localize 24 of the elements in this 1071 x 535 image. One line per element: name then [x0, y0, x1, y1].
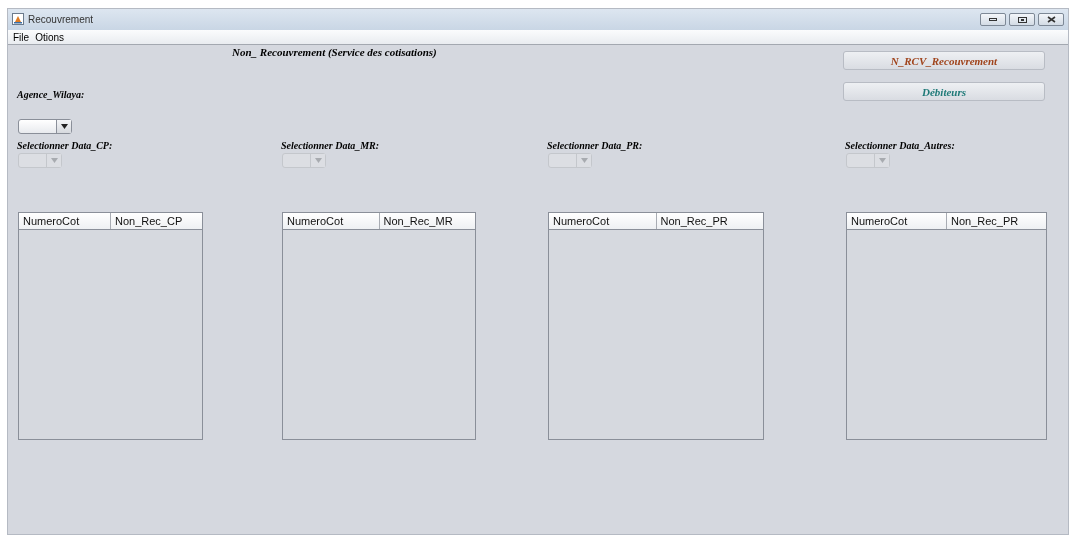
- app-icon: [12, 12, 24, 25]
- minimize-icon: [989, 17, 997, 22]
- caret-icon: [60, 124, 68, 129]
- window-title: Recouvrement: [28, 14, 95, 25]
- maximize-icon: [1017, 16, 1027, 23]
- field-label: Selectionner Data_PR:: [547, 140, 644, 151]
- dropdown[interactable]: [18, 119, 72, 134]
- maximize-button[interactable]: [1009, 13, 1035, 26]
- close-icon: [1046, 16, 1056, 23]
- field-label: Selectionner Data_Autres:: [845, 140, 956, 151]
- action-button[interactable]: N_RCV_Recouvrement: [843, 51, 1045, 70]
- caret-icon: [878, 158, 886, 163]
- field-label: Selectionner Data_CP:: [17, 140, 114, 151]
- caret-icon: [580, 158, 588, 163]
- field-label: Agence_Wilaya:: [17, 89, 86, 100]
- action-button[interactable]: Débiteurs: [843, 82, 1045, 101]
- menu-item[interactable]: Otions: [35, 31, 65, 43]
- caret-icon: [50, 158, 58, 163]
- page-heading: Non_ Recouvrement (Service des cotisations): [232, 46, 437, 58]
- field-label: Selectionner Data_MR:: [281, 140, 381, 151]
- close-button[interactable]: [1038, 13, 1064, 26]
- minimize-button[interactable]: [980, 13, 1006, 26]
- menu-item[interactable]: File: [13, 31, 30, 43]
- caret-icon: [314, 158, 322, 163]
